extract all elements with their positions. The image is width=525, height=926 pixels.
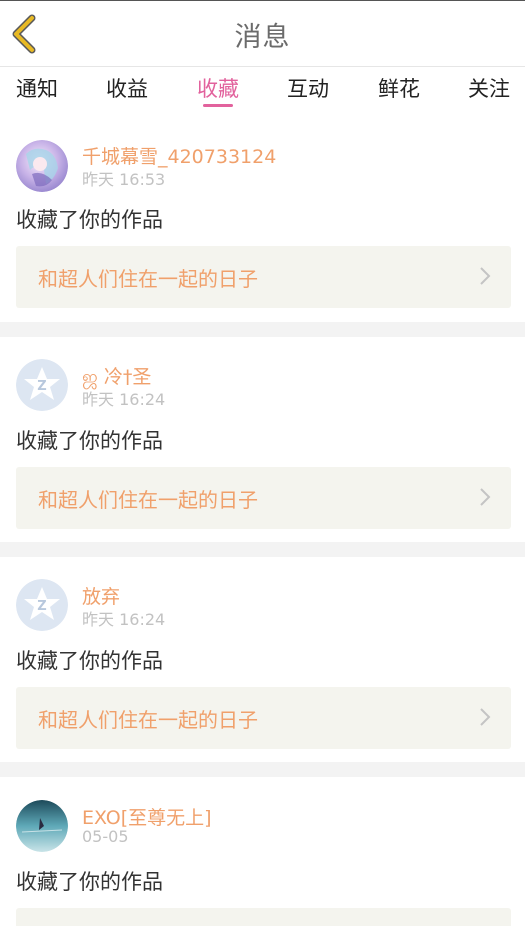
chevron-right-icon [480,267,491,285]
work-title: 和超人们住在一起的日子 [38,488,258,512]
username[interactable]: EXO[至尊无上] [82,803,212,830]
work-title: 和超人们住在一起的日子 [38,267,258,291]
action-text: 收藏了你的作品 [16,870,163,894]
avatar[interactable] [16,800,68,852]
svg-text:Z: Z [37,379,46,394]
notification-item: Z ஜ 冷†圣 昨天 16:24 收藏了你的作品 和超人们住在一起的日子 [0,337,525,542]
messages-page: 消息 通知 收益 收藏 互动 鲜花 关注 千城幕雪_420733124 昨天 1… [0,0,525,926]
divider [0,542,525,557]
tab-favorites[interactable]: 收藏 [183,73,253,103]
work-link[interactable]: 和超人们住在一起的日子 [16,687,511,749]
chevron-right-icon [480,488,491,506]
avatar[interactable]: Z [16,359,68,411]
divider [0,762,525,777]
action-text: 收藏了你的作品 [16,429,163,453]
page-title: 消息 [234,22,291,53]
tab-notice[interactable]: 通知 [2,73,72,103]
svg-text:Z: Z [37,599,46,614]
tab-bar: 通知 收益 收藏 互动 鲜花 关注 [0,66,525,120]
timestamp: 05-05 [82,827,129,846]
photo-avatar-image [16,800,68,852]
tab-flowers[interactable]: 鲜花 [364,73,434,103]
anime-avatar-image [16,140,68,192]
active-tab-indicator [203,104,233,107]
divider [0,322,525,337]
action-text: 收藏了你的作品 [16,649,163,673]
top-bar: 消息 [0,0,525,66]
avatar[interactable]: Z [16,579,68,631]
work-link[interactable] [16,908,511,926]
default-avatar-icon: Z [16,579,68,631]
work-title: 和超人们住在一起的日子 [38,708,258,732]
timestamp: 昨天 16:24 [82,610,166,629]
username[interactable]: 放弃 [82,582,120,609]
action-text: 收藏了你的作品 [16,208,163,232]
notification-item: EXO[至尊无上] 05-05 收藏了你的作品 [0,777,525,926]
tab-follow[interactable]: 关注 [454,73,524,103]
tab-earnings[interactable]: 收益 [92,73,162,103]
work-link[interactable]: 和超人们住在一起的日子 [16,246,511,308]
notification-item: 千城幕雪_420733124 昨天 16:53 收藏了你的作品 和超人们住在一起… [0,120,525,322]
tab-interaction[interactable]: 互动 [273,73,343,103]
timestamp: 昨天 16:24 [82,390,166,409]
username[interactable]: 千城幕雪_420733124 [82,142,276,169]
default-avatar-icon: Z [16,359,68,411]
chevron-right-icon [480,708,491,726]
work-link[interactable]: 和超人们住在一起的日子 [16,467,511,529]
avatar[interactable] [16,140,68,192]
timestamp: 昨天 16:53 [82,170,166,189]
notification-item: Z 放弃 昨天 16:24 收藏了你的作品 和超人们住在一起的日子 [0,557,525,762]
